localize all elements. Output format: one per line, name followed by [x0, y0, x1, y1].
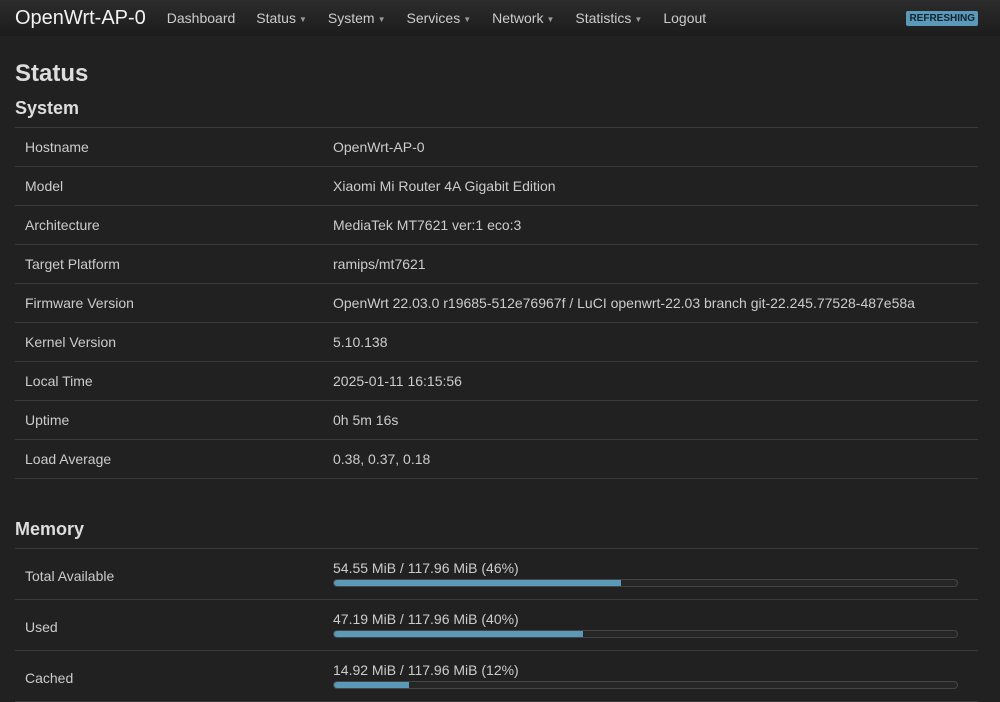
row-label: Local Time: [25, 373, 93, 389]
progress-bar: [333, 681, 958, 689]
row-label: Kernel Version: [25, 334, 117, 350]
caret-down-icon: ▼: [377, 14, 386, 24]
row-value: 2025-01-11 16:15:56: [333, 373, 462, 389]
progress-fill: [334, 580, 621, 586]
system-table: Hostname OpenWrt-AP-0 Model Xiaomi Mi Route…: [15, 127, 978, 479]
nav-services[interactable]: Services ▼: [407, 10, 472, 26]
table-row: Kernel Version 5.10.138: [15, 323, 978, 362]
caret-down-icon: ▼: [463, 14, 472, 24]
row-label: Architecture: [25, 217, 100, 233]
memory-table: Total Available 54.55 MiB / 117.96 MiB (4…: [15, 548, 978, 702]
table-row: Model Xiaomi Mi Router 4A Gigabit Edition: [15, 167, 978, 206]
memory-value: 54.55 MiB / 117.96 MiB (46%): [333, 560, 519, 576]
progress-bar: [333, 579, 958, 587]
caret-down-icon: ▼: [298, 14, 307, 24]
table-row: Uptime 0h 5m 16s: [15, 401, 978, 440]
row-label: Firmware Version: [25, 295, 134, 311]
progress-fill: [334, 682, 409, 688]
nav-logout[interactable]: Logout: [663, 10, 706, 26]
memory-row: Cached 14.92 MiB / 117.96 MiB (12%): [15, 651, 978, 702]
table-row: Target Platform ramips/mt7621: [15, 245, 978, 284]
table-row: Architecture MediaTek MT7621 ver:1 eco:3: [15, 206, 978, 245]
row-value: ramips/mt7621: [333, 256, 426, 272]
nav-statistics[interactable]: Statistics ▼: [575, 10, 642, 26]
nav-label: Dashboard: [166, 10, 236, 26]
row-value: 5.10.138: [333, 334, 388, 350]
memory-value: 47.19 MiB / 117.96 MiB (40%): [333, 611, 519, 627]
row-label: Hostname: [25, 139, 89, 155]
progress-bar: [333, 630, 958, 638]
row-value: 0.38, 0.37, 0.18: [333, 451, 431, 467]
nav-label: System: [327, 10, 375, 26]
nav-network[interactable]: Network ▼: [492, 10, 554, 26]
nav-system[interactable]: System ▼: [328, 10, 386, 26]
nav-label: Statistics: [575, 10, 632, 26]
row-label: Target Platform: [25, 256, 120, 272]
nav-label: Logout: [663, 10, 707, 26]
row-label: Model: [25, 178, 64, 194]
memory-value: 14.92 MiB / 117.96 MiB (12%): [333, 662, 519, 678]
row-label: Used: [25, 619, 58, 635]
memory-row: Used 47.19 MiB / 117.96 MiB (40%): [15, 600, 978, 651]
table-row: Load Average 0.38, 0.37, 0.18: [15, 440, 978, 479]
system-heading: System: [15, 98, 80, 118]
row-label: Uptime: [25, 412, 70, 428]
nav-dashboard[interactable]: Dashboard: [167, 10, 236, 26]
nav-label: Network: [492, 10, 544, 26]
table-row: Local Time 2025-01-11 16:15:56: [15, 362, 978, 401]
caret-down-icon: ▼: [634, 14, 643, 24]
navbar: OpenWrt-AP-0 Dashboard Status ▼ System ▼ S…: [0, 0, 1000, 36]
caret-down-icon: ▼: [546, 14, 555, 24]
progress-fill: [334, 631, 584, 637]
row-value: MediaTek MT7621 ver:1 eco:3: [333, 217, 522, 233]
row-label: Cached: [25, 670, 74, 686]
row-value: Xiaomi Mi Router 4A Gigabit Edition: [333, 178, 556, 194]
table-row: Firmware Version OpenWrt 22.03.0 r19685-5…: [15, 284, 978, 323]
row-value: 0h 5m 16s: [333, 412, 399, 428]
row-value: OpenWrt 22.03.0 r19685-512e76967f / LuCI…: [333, 295, 915, 311]
memory-heading: Memory: [15, 519, 85, 539]
page-title: Status: [15, 60, 89, 87]
row-label: Total Available: [25, 568, 115, 584]
row-value: OpenWrt-AP-0: [333, 139, 425, 155]
nav-status[interactable]: Status ▼: [256, 10, 307, 26]
brand[interactable]: OpenWrt-AP-0: [15, 7, 146, 30]
memory-row: Total Available 54.55 MiB / 117.96 MiB (4…: [15, 549, 978, 600]
row-label: Load Average: [25, 451, 112, 467]
table-row: Hostname OpenWrt-AP-0: [15, 128, 978, 167]
nav-label: Services: [406, 10, 461, 26]
refreshing-badge[interactable]: REFRESHING: [906, 11, 978, 26]
nav-label: Status: [256, 10, 296, 26]
